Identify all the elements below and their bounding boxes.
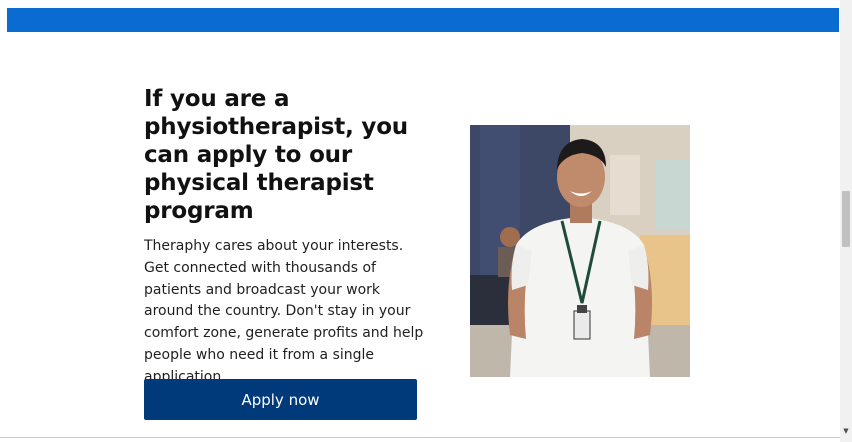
viewport-bottom-edge	[0, 437, 840, 438]
physiotherapist-photo	[470, 125, 690, 377]
browser-viewport: If you are a physiotherapist, you can ap…	[0, 0, 852, 442]
scrollbar-thumb[interactable]	[842, 191, 850, 247]
hero-description: Theraphy cares about your interests. Get…	[144, 238, 424, 385]
chevron-down-icon[interactable]: ▼	[841, 426, 851, 436]
site-header-bar	[7, 8, 839, 32]
apply-now-button[interactable]: Apply now	[144, 379, 417, 420]
page-title: If you are a physiotherapist, you can ap…	[144, 86, 408, 224]
